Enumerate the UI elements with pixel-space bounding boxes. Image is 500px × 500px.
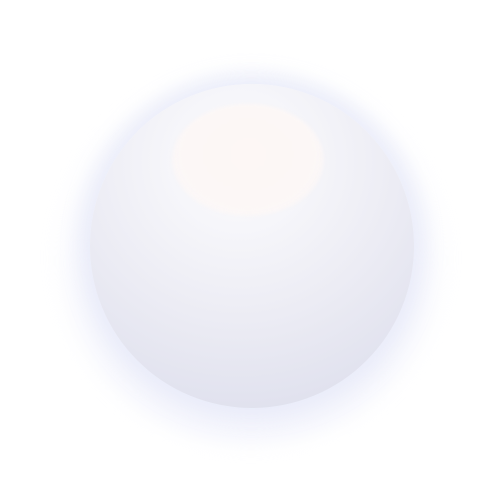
canvas — [0, 0, 500, 500]
sphere-highlight — [172, 104, 324, 216]
